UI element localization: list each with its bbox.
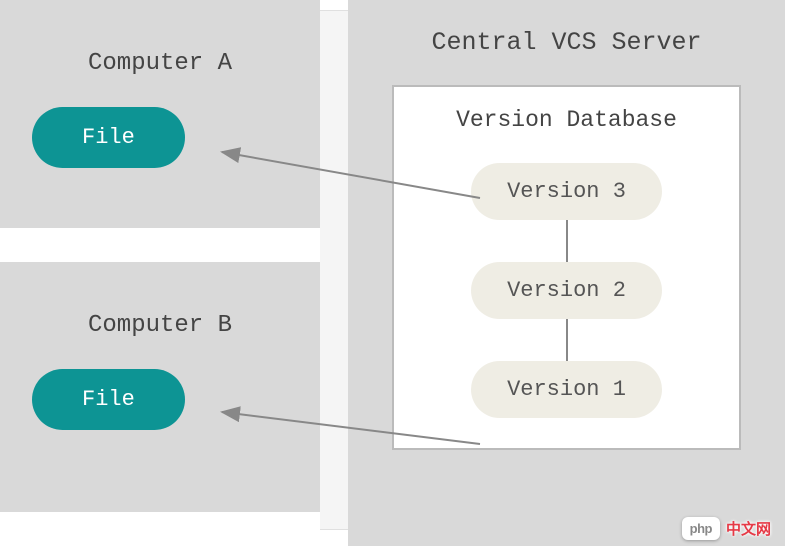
watermark: php 中文网 — [682, 517, 771, 540]
computer-a-title: Computer A — [20, 50, 300, 77]
server-title: Central VCS Server — [368, 28, 765, 57]
connector-line — [566, 319, 568, 361]
background-strip — [320, 10, 348, 530]
watermark-text: 中文网 — [726, 518, 771, 539]
computer-b-box: Computer B File — [0, 262, 320, 512]
version-1-node: Version 1 — [471, 361, 662, 418]
computer-a-box: Computer A File — [0, 0, 320, 228]
version-database-box: Version Database Version 3 Version 2 Ver… — [392, 85, 741, 450]
version-2-node: Version 2 — [471, 262, 662, 319]
version-3-node: Version 3 — [471, 163, 662, 220]
server-box: Central VCS Server Version Database Vers… — [348, 0, 785, 546]
connector-line — [566, 220, 568, 262]
computer-b-title: Computer B — [20, 312, 300, 339]
watermark-badge: php — [682, 517, 720, 540]
computer-a-file-node: File — [32, 107, 185, 168]
database-title: Version Database — [414, 107, 719, 133]
computer-b-file-node: File — [32, 369, 185, 430]
